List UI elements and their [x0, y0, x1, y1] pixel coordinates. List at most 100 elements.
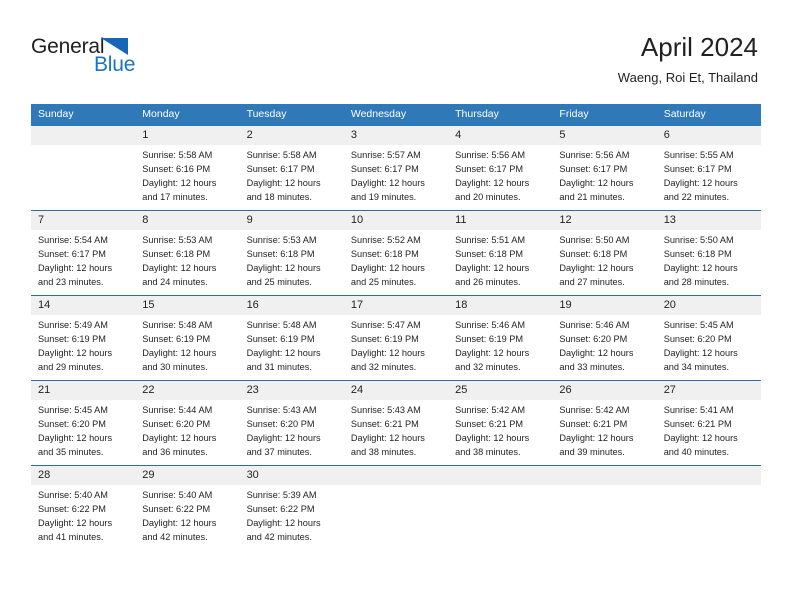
calendar-day-cell[interactable]: 3 Sunrise: 5:57 AM Sunset: 6:17 PM Daylight…: [343, 125, 449, 211]
day-sunrise-text: Sunrise: 5:58 AM: [246, 149, 317, 160]
calendar-day-cell[interactable]: 8 Sunrise: 5:53 AM Sunset: 6:18 PM Daylight…: [135, 209, 240, 296]
day-number: 19: [552, 295, 657, 315]
day-number: 26: [552, 380, 657, 400]
day-daylight-line1-text: Daylight: 12 hours: [663, 347, 738, 358]
day-sunset-text: Sunset: 6:19 PM: [350, 333, 419, 344]
weekday-header-friday: Friday: [552, 104, 657, 126]
day-sunset-text: Sunset: 6:17 PM: [559, 163, 628, 174]
day-daylight-line1-text: Daylight: 12 hours: [38, 347, 113, 358]
day-daylight-line1-text: Daylight: 12 hours: [559, 347, 634, 358]
day-daylight-line2-text: and 23 minutes.: [38, 276, 104, 287]
calendar-day-cell[interactable]: 9 Sunrise: 5:53 AM Sunset: 6:18 PM Daylight…: [239, 209, 344, 296]
day-sunset-text: Sunset: 6:19 PM: [38, 333, 106, 344]
calendar-day-cell[interactable]: 27 Sunrise: 5:41 AM Sunset: 6:21 PM Dayligh…: [656, 379, 761, 466]
calendar-day-cell[interactable]: 7 Sunrise: 5:54 AM Sunset: 6:17 PM Daylight…: [31, 209, 136, 296]
calendar-day-cell[interactable]: 28 Sunrise: 5:40 AM Sunset: 6:22 PM Dayligh…: [31, 464, 136, 550]
calendar-day-cell[interactable]: 26 Sunrise: 5:42 AM Sunset: 6:21 PM Dayligh…: [552, 379, 657, 466]
day-cell-inner: 16 Sunrise: 5:48 AM Sunset: 6:19 PM Dayligh…: [239, 295, 344, 380]
day-details: Sunrise: 5:55 AM Sunset: 6:17 PM Daylight:…: [657, 145, 761, 205]
day-sunrise-text: Sunrise: 5:55 AM: [663, 149, 734, 160]
day-cell-inner: 28 Sunrise: 5:40 AM Sunset: 6:22 PM Dayligh…: [31, 465, 136, 550]
day-sunrise-text: Sunrise: 5:46 AM: [455, 319, 526, 330]
calendar-day-cell[interactable]: 21 Sunrise: 5:45 AM Sunset: 6:20 PM Dayligh…: [31, 379, 136, 466]
calendar-week-row: 7 Sunrise: 5:54 AM Sunset: 6:17 PM Daylight…: [31, 209, 761, 296]
day-number: 10: [343, 210, 449, 230]
day-details: Sunrise: 5:57 AM Sunset: 6:17 PM Daylight:…: [344, 145, 448, 205]
day-details: Sunrise: 5:58 AM Sunset: 6:16 PM Daylight:…: [135, 145, 239, 205]
calendar-day-cell-empty: [343, 464, 449, 550]
day-sunset-text: Sunset: 6:19 PM: [455, 333, 524, 344]
day-number: 22: [135, 380, 240, 400]
day-cell-inner: 15 Sunrise: 5:48 AM Sunset: 6:19 PM Dayligh…: [135, 295, 240, 380]
day-number: 20: [656, 295, 761, 315]
page-title: April 2024: [640, 32, 758, 62]
page-header: General Blue April 2024 Waeng, Roi Et, T…: [0, 0, 792, 96]
day-details: Sunrise: 5:40 AM Sunset: 6:22 PM Daylight:…: [135, 485, 239, 545]
calendar-week-row: 21 Sunrise: 5:45 AM Sunset: 6:20 PM Dayligh…: [31, 379, 761, 466]
day-daylight-line2-text: and 30 minutes.: [142, 361, 208, 372]
calendar-day-cell[interactable]: 24 Sunrise: 5:43 AM Sunset: 6:21 PM Dayligh…: [343, 379, 449, 466]
day-sunset-text: Sunset: 6:17 PM: [663, 163, 732, 174]
day-daylight-line1-text: Daylight: 12 hours: [559, 177, 634, 188]
day-number: 17: [343, 295, 449, 315]
calendar-day-cell[interactable]: 5 Sunrise: 5:56 AM Sunset: 6:17 PM Daylight…: [552, 125, 657, 211]
day-cell-inner: 14 Sunrise: 5:49 AM Sunset: 6:19 PM Dayligh…: [31, 295, 136, 380]
day-number: [656, 465, 761, 485]
calendar-day-cell[interactable]: 19 Sunrise: 5:46 AM Sunset: 6:20 PM Dayligh…: [552, 294, 657, 381]
day-details: Sunrise: 5:44 AM Sunset: 6:20 PM Daylight:…: [135, 400, 239, 460]
calendar-day-cell[interactable]: 23 Sunrise: 5:43 AM Sunset: 6:20 PM Dayligh…: [239, 379, 344, 466]
calendar-day-cell[interactable]: 22 Sunrise: 5:44 AM Sunset: 6:20 PM Dayligh…: [135, 379, 240, 466]
calendar-day-cell[interactable]: 17 Sunrise: 5:47 AM Sunset: 6:19 PM Dayligh…: [343, 294, 449, 381]
day-sunrise-text: Sunrise: 5:56 AM: [455, 149, 526, 160]
title-block: April 2024 Waeng, Roi Et, Thailand: [618, 32, 758, 85]
day-daylight-line1-text: Daylight: 12 hours: [142, 432, 217, 443]
calendar-day-cell[interactable]: 25 Sunrise: 5:42 AM Sunset: 6:21 PM Dayligh…: [448, 379, 553, 466]
calendar-day-cell[interactable]: 4 Sunrise: 5:56 AM Sunset: 6:17 PM Daylight…: [448, 125, 553, 211]
calendar-day-cell[interactable]: 11 Sunrise: 5:51 AM Sunset: 6:18 PM Dayligh…: [448, 209, 553, 296]
day-number: 29: [135, 465, 240, 485]
calendar-day-cell[interactable]: 12 Sunrise: 5:50 AM Sunset: 6:18 PM Dayligh…: [552, 209, 657, 296]
day-daylight-line1-text: Daylight: 12 hours: [246, 432, 321, 443]
day-daylight-line2-text: and 25 minutes.: [246, 276, 312, 287]
day-daylight-line1-text: Daylight: 12 hours: [38, 432, 113, 443]
calendar-page: General Blue April 2024 Waeng, Roi Et, T…: [0, 0, 792, 612]
day-number: 28: [31, 465, 136, 485]
day-sunrise-text: Sunrise: 5:39 AM: [246, 489, 317, 500]
day-sunrise-text: Sunrise: 5:50 AM: [663, 234, 734, 245]
calendar-day-cell[interactable]: 2 Sunrise: 5:58 AM Sunset: 6:17 PM Daylight…: [239, 125, 344, 211]
calendar-day-cell[interactable]: 6 Sunrise: 5:55 AM Sunset: 6:17 PM Daylight…: [656, 125, 761, 211]
calendar-day-cell[interactable]: 29 Sunrise: 5:40 AM Sunset: 6:22 PM Dayligh…: [135, 464, 240, 550]
day-sunrise-text: Sunrise: 5:56 AM: [559, 149, 630, 160]
generalblue-logo[interactable]: General Blue: [31, 36, 171, 84]
day-daylight-line1-text: Daylight: 12 hours: [38, 517, 113, 528]
day-sunrise-text: Sunrise: 5:42 AM: [559, 404, 630, 415]
calendar-day-cell[interactable]: 10 Sunrise: 5:52 AM Sunset: 6:18 PM Dayligh…: [343, 209, 449, 296]
calendar-day-cell[interactable]: 16 Sunrise: 5:48 AM Sunset: 6:19 PM Dayligh…: [239, 294, 344, 381]
day-details: Sunrise: 5:56 AM Sunset: 6:17 PM Daylight:…: [448, 145, 552, 205]
day-sunset-text: Sunset: 6:21 PM: [559, 418, 628, 429]
calendar-day-cell[interactable]: 13 Sunrise: 5:50 AM Sunset: 6:18 PM Dayligh…: [656, 209, 761, 296]
day-daylight-line1-text: Daylight: 12 hours: [455, 347, 530, 358]
day-daylight-line1-text: Daylight: 12 hours: [246, 262, 321, 273]
day-sunset-text: Sunset: 6:19 PM: [246, 333, 315, 344]
calendar-day-cell[interactable]: 14 Sunrise: 5:49 AM Sunset: 6:19 PM Dayligh…: [31, 294, 136, 381]
day-daylight-line2-text: and 37 minutes.: [246, 446, 312, 457]
calendar-day-cell[interactable]: 30 Sunrise: 5:39 AM Sunset: 6:22 PM Dayligh…: [239, 464, 344, 550]
day-number: 2: [239, 125, 344, 145]
day-daylight-line2-text: and 36 minutes.: [142, 446, 208, 457]
day-details: Sunrise: 5:45 AM Sunset: 6:20 PM Daylight:…: [31, 400, 135, 460]
day-number: 14: [31, 295, 136, 315]
day-daylight-line1-text: Daylight: 12 hours: [663, 262, 738, 273]
calendar-day-cell[interactable]: 20 Sunrise: 5:45 AM Sunset: 6:20 PM Dayligh…: [656, 294, 761, 381]
day-details: Sunrise: 5:45 AM Sunset: 6:20 PM Daylight:…: [657, 315, 761, 375]
calendar-day-cell[interactable]: 15 Sunrise: 5:48 AM Sunset: 6:19 PM Dayligh…: [135, 294, 240, 381]
calendar-week-row: 28 Sunrise: 5:40 AM Sunset: 6:22 PM Dayligh…: [31, 464, 761, 550]
day-sunset-text: Sunset: 6:22 PM: [38, 503, 106, 514]
day-daylight-line1-text: Daylight: 12 hours: [142, 347, 217, 358]
day-daylight-line2-text: and 26 minutes.: [455, 276, 521, 287]
calendar-day-cell[interactable]: 1 Sunrise: 5:58 AM Sunset: 6:16 PM Daylight…: [135, 125, 240, 211]
day-details: Sunrise: 5:41 AM Sunset: 6:21 PM Daylight:…: [657, 400, 761, 460]
calendar-day-cell[interactable]: 18 Sunrise: 5:46 AM Sunset: 6:19 PM Dayligh…: [448, 294, 553, 381]
day-daylight-line2-text: and 28 minutes.: [663, 276, 730, 287]
day-daylight-line2-text: and 21 minutes.: [559, 191, 625, 202]
